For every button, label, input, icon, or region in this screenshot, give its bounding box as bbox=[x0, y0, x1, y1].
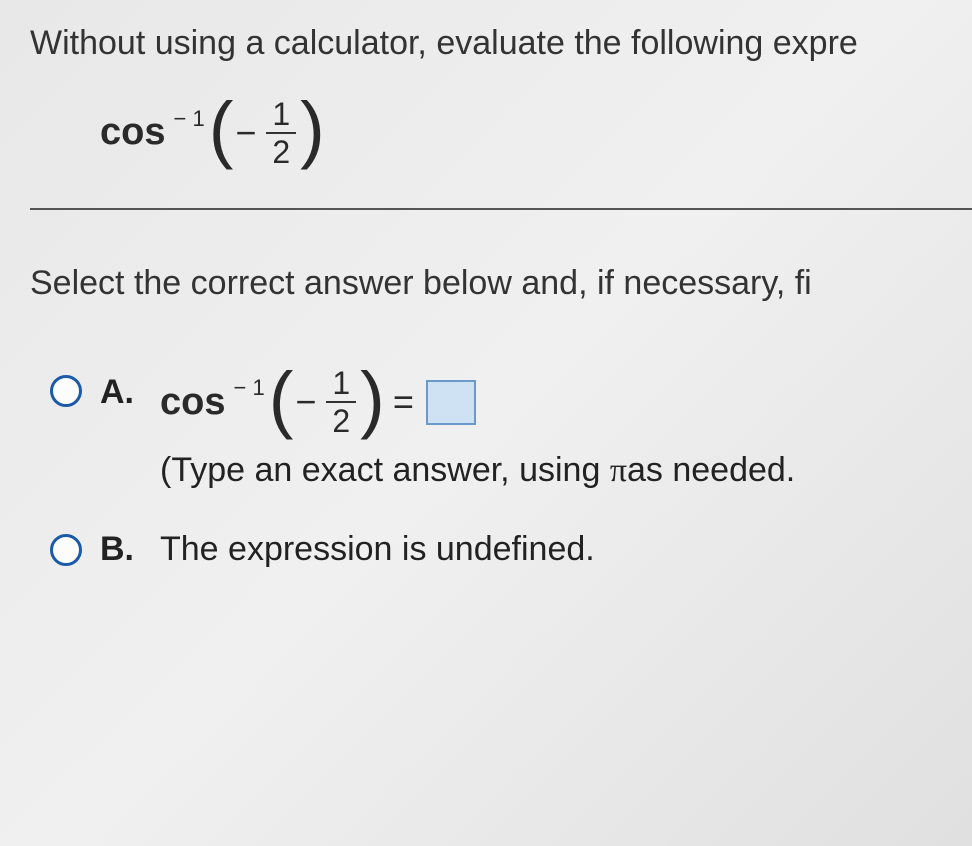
option-a-exp: − 1 bbox=[233, 375, 264, 401]
hint-prefix: (Type an exact answer, using bbox=[160, 451, 610, 489]
option-a-num: 1 bbox=[326, 367, 356, 401]
option-a-hint: (Type an exact answer, using πas needed. bbox=[160, 451, 795, 490]
left-paren: ( bbox=[209, 99, 234, 158]
question-text: Without using a calculator, evaluate the… bbox=[30, 20, 972, 68]
function-name: cos bbox=[100, 111, 165, 154]
option-a-rparen: ) bbox=[360, 369, 385, 428]
radio-a[interactable] bbox=[50, 375, 82, 407]
denominator: 2 bbox=[266, 132, 296, 168]
option-a-minus: − bbox=[295, 381, 316, 423]
pi-symbol: π bbox=[610, 452, 627, 489]
option-b-text: The expression is undefined. bbox=[160, 530, 595, 569]
equals-sign: = bbox=[393, 381, 414, 423]
option-a: A. cos − 1 ( − 1 2 ) = (Type an exact an… bbox=[50, 367, 972, 490]
numerator: 1 bbox=[266, 98, 296, 132]
option-a-fraction: 1 2 bbox=[326, 367, 356, 437]
hint-suffix: as needed. bbox=[627, 451, 795, 489]
radio-b[interactable] bbox=[50, 534, 82, 566]
option-a-lparen: ( bbox=[269, 369, 294, 428]
argument-minus: − bbox=[235, 112, 256, 154]
main-expression: cos − 1 ( − 1 2 ) bbox=[100, 98, 972, 168]
option-a-func: cos bbox=[160, 381, 225, 424]
answer-input-box[interactable] bbox=[426, 380, 476, 425]
option-b: B. The expression is undefined. bbox=[50, 530, 972, 569]
option-a-label: A. bbox=[100, 373, 134, 412]
fraction: 1 2 bbox=[266, 98, 296, 168]
option-a-den: 2 bbox=[326, 401, 356, 437]
divider bbox=[30, 208, 972, 210]
right-paren: ) bbox=[300, 99, 325, 158]
answer-prompt: Select the correct answer below and, if … bbox=[30, 260, 972, 308]
option-b-label: B. bbox=[100, 530, 134, 569]
exponent: − 1 bbox=[173, 106, 204, 132]
